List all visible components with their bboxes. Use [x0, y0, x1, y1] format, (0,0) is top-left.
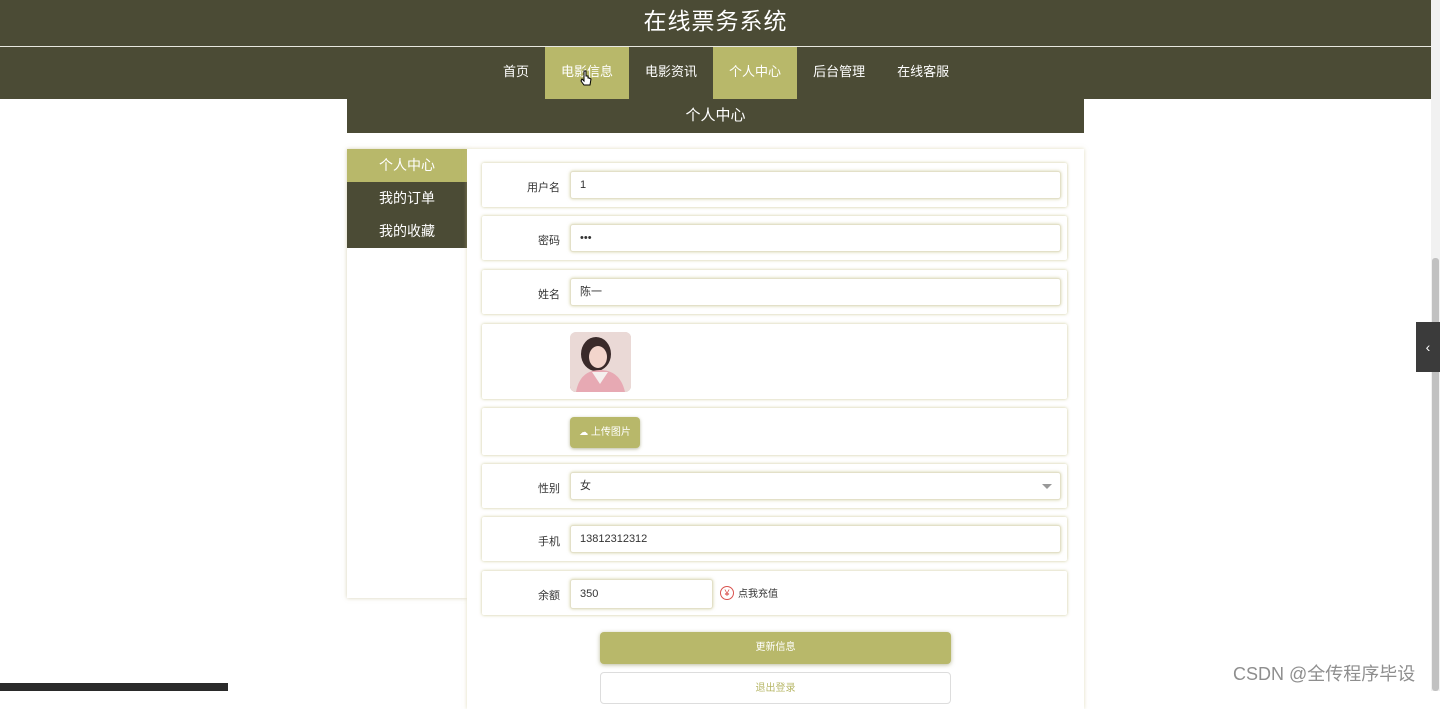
update-info-button[interactable]: 更新信息 — [600, 632, 951, 664]
nav-home[interactable]: 首页 — [487, 47, 545, 99]
gender-label: 性别 — [538, 483, 560, 495]
chevron-left-icon[interactable]: ‹ — [1416, 322, 1440, 372]
phone-input[interactable]: 13812312312 — [570, 525, 1061, 553]
phone-row: 手机 13812312312 — [482, 517, 1067, 561]
logout-button[interactable]: 退出登录 — [600, 672, 951, 704]
username-row: 用户名 1 — [482, 163, 1067, 207]
recharge-link[interactable]: ¥ 点我充值 — [720, 585, 778, 600]
yen-icon: ¥ — [720, 585, 734, 600]
balance-label: 余额 — [538, 590, 560, 602]
side-menu: 个人中心 我的订单 我的收藏 — [347, 149, 467, 598]
gender-row: 性别 女 — [482, 464, 1067, 508]
upload-row: ☁ 上传图片 — [482, 408, 1067, 455]
main-nav: 首页 电影信息 电影资讯 个人中心 后台管理 在线客服 — [0, 47, 1431, 99]
page-banner: 个人中心 — [347, 99, 1084, 133]
password-label: 密码 — [538, 235, 560, 247]
watermark: CSDN @全传程序毕设 — [1233, 664, 1416, 684]
balance-input[interactable]: 350 — [570, 579, 713, 609]
gender-select[interactable]: 女 — [570, 472, 1061, 500]
avatar-row — [482, 324, 1067, 399]
phone-label: 手机 — [538, 536, 560, 548]
pointer-cursor-icon — [580, 70, 592, 86]
upload-button-label: 上传图片 — [590, 427, 631, 438]
gender-value: 女 — [580, 480, 591, 492]
nav-admin[interactable]: 后台管理 — [797, 47, 881, 99]
side-item-personal-center[interactable]: 个人中心 — [347, 149, 467, 182]
name-row: 姓名 陈一 — [482, 270, 1067, 314]
balance-row: 余额 350 ¥ 点我充值 — [482, 571, 1067, 615]
side-item-my-favorites[interactable]: 我的收藏 — [347, 215, 467, 248]
avatar-image — [570, 332, 631, 392]
name-input[interactable]: 陈一 — [570, 278, 1061, 306]
username-label: 用户名 — [527, 182, 560, 194]
nav-personal-center[interactable]: 个人中心 — [713, 47, 798, 99]
chevron-down-icon — [1042, 484, 1052, 489]
side-item-my-orders[interactable]: 我的订单 — [347, 182, 467, 215]
name-label: 姓名 — [538, 289, 560, 301]
recharge-label: 点我充值 — [738, 589, 778, 600]
profile-form: 用户名 1 密码 ••• 姓名 陈一 ☁ 上传图片 性别 女 手机 138123… — [467, 149, 1084, 709]
password-row: 密码 ••• — [482, 216, 1067, 260]
nav-movie-news[interactable]: 电影资讯 — [629, 47, 713, 99]
upload-image-button[interactable]: ☁ 上传图片 — [570, 417, 640, 448]
status-bar — [0, 683, 228, 691]
cloud-upload-icon: ☁ — [579, 427, 589, 437]
username-input[interactable]: 1 — [570, 171, 1061, 199]
password-input[interactable]: ••• — [570, 224, 1061, 252]
nav-customer-service[interactable]: 在线客服 — [881, 47, 965, 99]
site-title: 在线票务系统 — [0, 0, 1431, 47]
